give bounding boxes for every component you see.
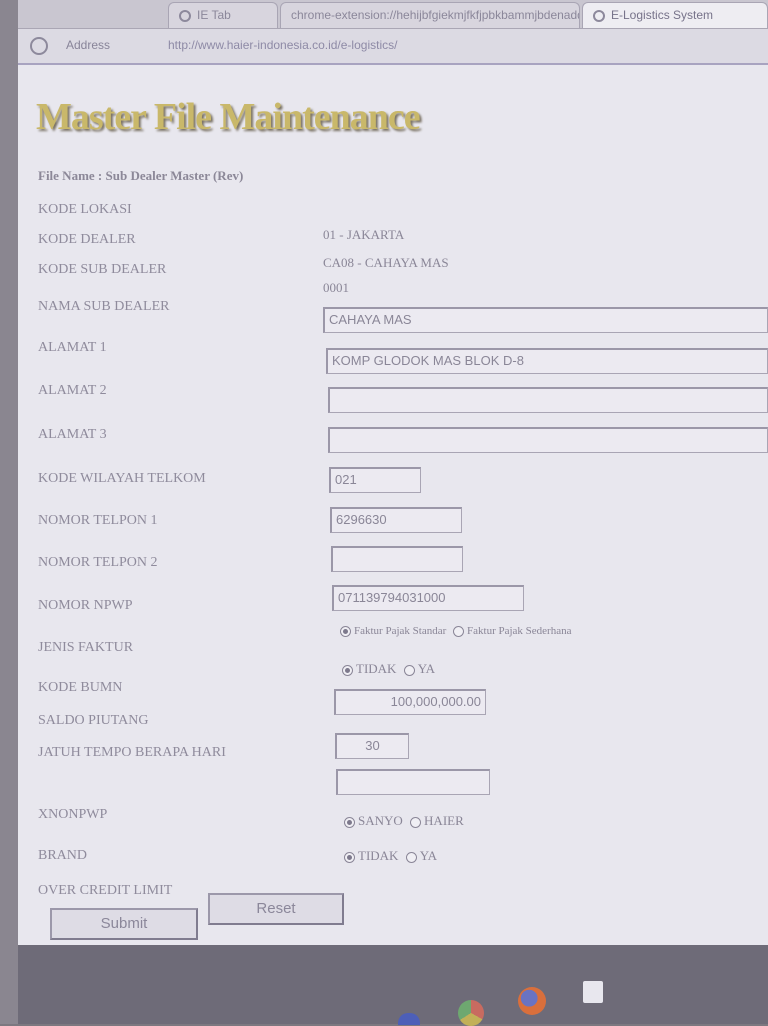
kode-dealer-value: CA08 - CAHAYA MAS [323,255,449,270]
telpon2-label: NOMOR TELPON 2 [38,555,158,570]
file-name-label: File Name : Sub Dealer Master (Rev) [38,168,244,183]
jenis-faktur-radio-group: Faktur Pajak Standar Faktur Pajak Sederh… [336,625,571,637]
alamat1-input[interactable]: KOMP GLODOK MAS BLOK D-8 [326,348,768,374]
taskbar-app-icon[interactable] [398,1013,420,1025]
kode-wilayah-input[interactable]: 021 [329,467,421,493]
telpon1-input[interactable]: 6296630 [330,507,462,533]
over-credit-tidak-radio[interactable] [344,851,355,863]
npwp-input[interactable]: 071139794031000 [332,585,524,611]
kode-lokasi-label: KODE LOKASI [38,202,132,217]
bumn-tidak-radio[interactable] [342,664,353,676]
browser-tab-bar: IE Tab chrome-extension://hehijbfgiekmjf… [18,0,768,29]
chrome-icon[interactable] [458,1000,484,1026]
saldo-piutang-input[interactable]: 100,000,000.00 [334,689,486,715]
globe-icon [593,9,605,22]
npwp-label: NOMOR NPWP [38,598,133,613]
firefox-icon[interactable] [518,987,546,1015]
brand-label: BRAND [38,848,88,863]
reset-button[interactable]: Reset [208,893,344,925]
notepad-icon[interactable] [583,981,603,1003]
kode-bumn-radio-group: TIDAK YA [338,661,435,677]
faktur-sederhana-radio[interactable] [453,625,465,637]
address-bar: Address http://www.haier-indonesia.co.id… [18,29,768,65]
xnonpwp-label: XNONPWP [38,807,108,822]
alamat1-label: ALAMAT 1 [38,340,107,355]
alamat3-label: ALAMAT 3 [38,427,107,442]
kode-lokasi-value: 01 - JAKARTA [323,227,405,242]
saldo-piutang-label: SALDO PIUTANG [38,713,149,728]
monitor-bezel [0,0,18,1024]
kode-bumn-label: KODE BUMN [38,680,123,695]
jenis-faktur-label: JENIS FAKTUR [38,640,134,655]
xnonpwp-input[interactable] [336,769,490,795]
over-credit-radio-group: TIDAK YA [340,848,437,864]
ie-tab-icon [179,9,191,22]
telpon1-label: NOMOR TELPON 1 [38,513,158,528]
address-label: Address [66,38,111,52]
kode-sub-dealer-value: 0001 [323,280,349,295]
bumn-ya-radio[interactable] [403,664,415,676]
nama-sub-dealer-input[interactable]: CAHAYA MAS [323,307,768,333]
site-info-icon[interactable] [30,37,48,55]
alamat3-input[interactable] [328,427,768,453]
jatuh-tempo-label: JATUH TEMPO BERAPA HARI [38,745,226,760]
kode-sub-dealer-label: KODE SUB DEALER [38,262,167,277]
address-url[interactable]: http://www.haier-indonesia.co.id/e-logis… [168,38,758,52]
jatuh-tempo-input[interactable]: 30 [335,733,409,759]
alamat2-input[interactable] [328,387,768,413]
tab-e-logistics[interactable]: E-Logistics System [582,2,768,28]
submit-button[interactable]: Submit [50,908,198,940]
kode-wilayah-label: KODE WILAYAH TELKOM [38,471,206,486]
nama-sub-dealer-label: NAMA SUB DEALER [38,299,170,314]
os-taskbar [18,945,768,1026]
page-title: Master File Maintenance [36,96,421,138]
tab-ie-tab[interactable]: IE Tab [168,2,278,28]
alamat2-label: ALAMAT 2 [38,383,107,398]
over-credit-label: OVER CREDIT LIMIT [38,883,173,898]
over-credit-ya-radio[interactable] [405,851,417,863]
brand-radio-group: SANYO HAIER [340,813,464,829]
brand-haier-radio[interactable] [410,816,422,828]
kode-dealer-label: KODE DEALER [38,232,136,247]
tab-chrome-extension[interactable]: chrome-extension://hehijbfgiekmjfkfjpbkb… [280,2,580,28]
telpon2-input[interactable] [331,546,463,572]
page-content: Master File Maintenance File Name : Sub … [18,65,768,945]
faktur-standar-radio[interactable] [340,625,351,637]
brand-sanyo-radio[interactable] [344,816,355,828]
